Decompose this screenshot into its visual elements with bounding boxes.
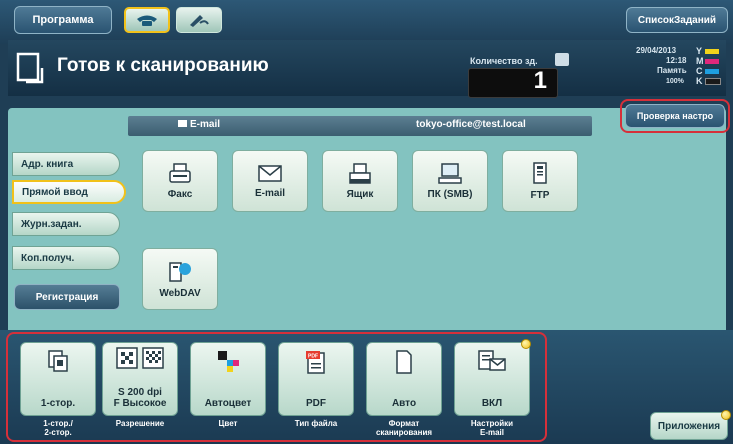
webdav-icon [169,261,191,282]
dest-box-button[interactable]: Ящик [322,150,398,212]
setting-scan-size-label: Формат сканирования [375,419,433,437]
dest-box-label: Ящик [346,188,374,200]
email-icon [258,164,282,182]
status-title: Готов к сканированию [57,55,269,76]
email-settings-icon [478,350,506,371]
dest-email-label: E-mail [254,187,285,199]
setting-filetype-value: PDF [306,398,326,409]
toner-m-letter: M [696,56,704,66]
dest-smb-label: ПК (SMB) [427,188,473,200]
setting-email-value: ВКЛ [481,398,503,409]
resolution-icon [116,347,164,369]
ftp-icon [533,161,547,184]
setting-filetype-button[interactable]: PDF PDF [278,342,354,416]
setting-color-label: Цвет [218,419,238,428]
box-icon [349,162,371,184]
scanner-status-icon [16,52,46,86]
register-button[interactable]: Регистрация [14,284,120,310]
sidebar-item-job-history[interactable]: Журн.задан. [12,212,120,236]
program-button[interactable]: Программа [14,6,112,34]
dest-email-button[interactable]: E-mail [232,150,308,212]
date-text: 29/04/2013 [636,46,677,55]
dest-fax-label: Факс [167,188,193,200]
setting-email-label: Настройки E-mail [470,419,514,437]
toner-m-bar [705,58,719,64]
setting-resolution-value: S 200 dpi F Высокое [113,387,167,409]
dest-ftp-label: FTP [530,189,550,201]
sidebar-item-address-book[interactable]: Адр. книга [12,152,120,176]
time-text: 12:18 [666,56,687,65]
setting-resolution-label: Разрешение [115,419,165,428]
color-icon [218,351,239,372]
toner-y-bar [705,48,719,54]
dest-smb-button[interactable]: ПК (SMB) [412,150,488,212]
setting-color-button[interactable]: Автоцвет [190,342,266,416]
job-list-button[interactable]: СписокЗаданий [626,7,728,33]
page-icon [396,350,412,374]
setting-scan-size-button[interactable]: Авто [366,342,442,416]
indicator-dot-icon [521,339,531,349]
phone-icon [137,15,157,26]
setting-scan-size-value: Авто [391,398,417,409]
pdf-icon: PDF [306,351,325,374]
check-settings-button[interactable]: Проверка настро [625,104,725,128]
setting-email-button[interactable]: ВКЛ [454,342,530,416]
fax-mode-button[interactable] [176,7,222,33]
toner-c-letter: C [696,66,703,76]
toner-k-bar [705,77,721,85]
applications-button[interactable]: Приложения [650,412,728,440]
simplex-icon [48,350,68,372]
setting-resolution-button[interactable]: S 200 dpi F Высокое [102,342,178,416]
setting-simplex-button[interactable]: 1-стор. [20,342,96,416]
destination-type: E-mail [190,119,221,130]
svg-text:PDF: PDF [308,354,318,360]
destination-address: tokyo-office@test.local [416,119,526,130]
sidebar-item-copy-receivers[interactable]: Коп.получ. [12,246,120,270]
fax-icon [169,162,191,183]
toner-levels: Y M C K [696,46,726,88]
dest-ftp-button[interactable]: FTP [502,150,578,212]
copies-counter: 1 [468,67,558,98]
copies-label: Количество зд. [470,56,538,66]
copies-icon [555,53,569,66]
setting-simplex-value: 1-стор. [40,398,76,409]
memory-label: Память [657,66,687,75]
memory-value: 100% [666,78,684,85]
sidebar-item-direct-input[interactable]: Прямой ввод [12,180,126,204]
setting-filetype-label: Тип файла [294,419,338,428]
envelope-icon [178,120,187,127]
dest-fax-button[interactable]: Факс [142,150,218,212]
toner-y-letter: Y [696,46,703,56]
dest-webdav-button[interactable]: WebDAV [142,248,218,310]
setting-color-value: Автоцвет [204,398,252,409]
scan-mode-button[interactable] [124,7,170,33]
pc-icon [438,162,462,184]
toner-k-letter: K [696,76,703,86]
toner-c-bar [705,68,719,74]
pen-icon [190,15,209,27]
apps-indicator-icon [721,410,731,420]
destination-bar: E-mail tokyo-office@test.local [128,116,592,136]
dest-webdav-label: WebDAV [159,287,201,299]
setting-simplex-label: 1-стор./ 2-стор. [43,419,73,437]
